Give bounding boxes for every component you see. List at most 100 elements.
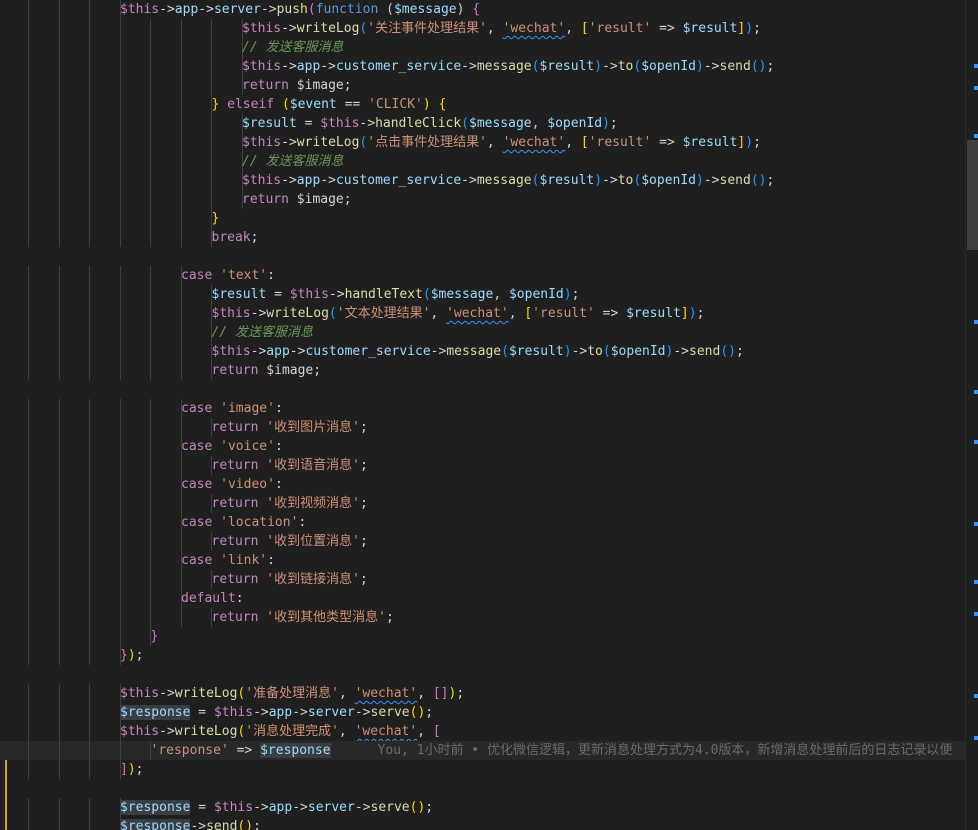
code-line[interactable]: ]); [0,760,965,779]
code-line[interactable]: $this->writeLog('点击事件处理结果', 'wechat', ['… [0,133,965,152]
code-line[interactable]: $this->app->customer_service->message($r… [0,342,965,361]
indent-guide [119,133,121,152]
code-token: -> [281,173,297,188]
code-token: { [472,2,481,17]
code-text: return '收到视频消息'; [212,494,368,513]
code-token: , [565,21,581,36]
code-token: $this [120,686,160,701]
indent-guide [28,418,29,437]
code-token: ( [602,344,611,359]
indent-guide [180,95,182,114]
code-line[interactable] [0,665,965,684]
code-token: ( [378,2,394,17]
code-line[interactable] [0,380,965,399]
code-line[interactable]: 'response' => $response You, 1小时前 • 优化微信… [0,741,965,760]
indent-guide [89,722,90,741]
code-token: 'wechat' [354,686,418,701]
code-line[interactable]: // 发送客服消息 [0,152,965,171]
code-token: , [338,686,355,701]
indent-guide [58,342,60,361]
vertical-scrollbar[interactable] [965,0,978,830]
indent-guide [89,285,90,304]
code-line[interactable]: $this->app->customer_service->message($r… [0,171,965,190]
code-token: writeLog [174,724,238,739]
indent-guide [119,513,121,532]
code-line[interactable]: $this->writeLog('消息处理完成', 'wechat', [ [0,722,965,741]
code-text: return '收到语音消息'; [212,456,368,475]
code-line[interactable]: // 发送客服消息 [0,323,965,342]
code-token: [] [432,686,449,701]
code-line[interactable]: // 发送客服消息 [0,38,965,57]
indent-guide [58,19,60,38]
code-line[interactable]: return '收到链接消息'; [0,570,965,589]
code-line[interactable]: case 'voice': [0,437,965,456]
indent-guide [119,399,121,418]
code-line[interactable]: $response = $this->app->server->serve(); [0,703,965,722]
code-line[interactable] [0,779,965,798]
code-line[interactable]: default: [0,589,965,608]
code-token: ; [425,705,434,720]
indent-guide [150,114,151,133]
code-line[interactable]: $response->send(); [0,817,965,830]
code-line[interactable]: }); [0,646,965,665]
code-token: 'wechat' [502,21,566,36]
code-token: send [719,173,751,188]
code-token: customer_service [335,173,462,188]
code-line[interactable]: case 'location': [0,513,965,532]
code-line[interactable]: $this->app->customer_service->message($r… [0,57,965,76]
code-line[interactable]: return $image; [0,361,965,380]
scrollbar-thumb[interactable] [967,140,978,250]
code-token: $openId [508,287,564,302]
git-blame-annotation[interactable]: You, 1小时前 • 优化微信逻辑，更新消息处理方式为4.0版本，新增消息处理… [331,743,953,758]
indent-guide [89,741,90,760]
code-line[interactable]: case 'link': [0,551,965,570]
indent-guide [28,589,29,608]
code-line[interactable]: $this->app->server->push(function ($mess… [0,0,965,19]
code-line[interactable]: return '收到其他类型消息'; [0,608,965,627]
indent-guide [211,19,212,38]
code-line[interactable]: } [0,209,965,228]
code-line[interactable]: $result = $this->handleText($message, $o… [0,285,965,304]
code-line[interactable]: return '收到视频消息'; [0,494,965,513]
code-token: $result [539,173,595,188]
code-line[interactable]: case 'image': [0,399,965,418]
code-line[interactable]: return '收到语音消息'; [0,456,965,475]
code-token: = [266,287,290,302]
code-line[interactable]: $result = $this->handleClick($message, $… [0,114,965,133]
code-token: $openId [610,344,666,359]
indent-guide [89,684,90,703]
git-change-marker[interactable] [5,760,7,798]
code-line[interactable]: case 'text': [0,266,965,285]
code-line[interactable]: } [0,627,965,646]
indent-guide [28,399,29,418]
code-line[interactable]: $this->writeLog('文本处理结果', 'wechat', ['re… [0,304,965,323]
code-line[interactable]: return $image; [0,76,965,95]
code-token: ] [120,762,128,777]
indent-guide [58,494,60,513]
code-line[interactable]: case 'video': [0,475,965,494]
minimap-marker [974,320,978,324]
indent-guide [58,228,60,247]
code-token: , [486,21,503,36]
code-text: return '收到图片消息'; [212,418,368,437]
code-line[interactable]: return '收到图片消息'; [0,418,965,437]
git-change-marker[interactable] [5,798,7,830]
code-token: , [486,135,503,150]
code-line[interactable]: $this->writeLog('准备处理消息', 'wechat', []); [0,684,965,703]
code-line[interactable]: $response = $this->app->server->serve(); [0,798,965,817]
code-token: serve [370,705,410,720]
code-editor[interactable]: $this->app->server->push(function ($mess… [0,0,965,830]
code-text: $result = $this->handleText($message, $o… [212,285,580,304]
code-line[interactable]: break; [0,228,965,247]
code-line[interactable]: } elseif ($event == 'CLICK') { [0,95,965,114]
code-token: -> [260,2,277,17]
code-token: -> [292,705,308,720]
code-line[interactable]: return $image; [0,190,965,209]
code-line[interactable]: return '收到位置消息'; [0,532,965,551]
code-line[interactable]: $this->writeLog('关注事件处理结果', 'wechat', ['… [0,19,965,38]
code-token: // 发送客服消息 [211,325,313,340]
code-token: [ [524,306,533,321]
code-line[interactable] [0,247,965,266]
code-text: return '收到其他类型消息'; [212,608,394,627]
indent-guide [180,57,182,76]
